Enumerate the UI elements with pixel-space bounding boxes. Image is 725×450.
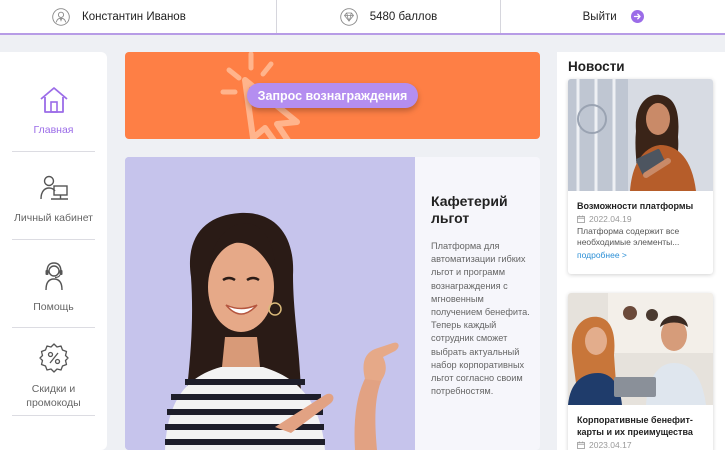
- user-profile[interactable]: Константин Иванов: [0, 0, 277, 33]
- news-image: [568, 293, 713, 405]
- news-date: 2023.04.17: [568, 438, 713, 450]
- cafeteria-card: Кафетерий льгот Платформа для автоматиза…: [125, 157, 540, 450]
- reward-request-banner: Запрос вознаграждения: [125, 52, 540, 139]
- divider: [12, 415, 95, 416]
- news-panel: Новости Возможности платформы 2022.04.19: [557, 52, 725, 450]
- home-icon: [12, 85, 95, 119]
- sidebar-nav: Главная Личный кабинет Помощь Скидки и п…: [0, 52, 107, 450]
- news-description: Платформа содержит все необходимые элеме…: [577, 226, 680, 247]
- news-image: [568, 79, 713, 191]
- read-more-link[interactable]: подробнее >: [568, 248, 713, 260]
- news-item[interactable]: Возможности платформы 2022.04.19 Платфор…: [568, 79, 713, 274]
- sidebar-item-help[interactable]: Помощь: [12, 260, 95, 314]
- discount-icon: [12, 342, 95, 378]
- news-header: Новости: [568, 59, 625, 74]
- news-title: Корпоративные бенефит-карты и их преимущ…: [577, 415, 693, 437]
- user-avatar-icon: [52, 7, 70, 26]
- logout-label: Выйти: [582, 10, 617, 23]
- calendar-icon: [577, 215, 585, 223]
- news-date: 2022.04.19: [568, 212, 713, 224]
- woman-pointing-image: [125, 157, 415, 450]
- cafeteria-description: Платформа для автоматизации гибких льгот…: [431, 241, 530, 397]
- sidebar-item-cabinet[interactable]: Личный кабинет: [12, 173, 95, 225]
- cafeteria-title: Кафетерий льгот: [431, 193, 508, 226]
- sidebar-item-label: Личный кабинет: [14, 212, 93, 224]
- news-item[interactable]: Корпоративные бенефит-карты и их преимущ…: [568, 293, 713, 450]
- sidebar-item-discounts[interactable]: Скидки и промокоды: [12, 342, 95, 410]
- divider: [12, 151, 95, 152]
- user-name: Константин Иванов: [82, 10, 186, 23]
- sidebar-item-label: Главная: [33, 124, 74, 136]
- sidebar-item-home[interactable]: Главная: [12, 85, 95, 137]
- sidebar-item-label: Помощь: [33, 301, 74, 313]
- divider: [12, 239, 95, 240]
- sidebar-item-label: Скидки и промокоды: [26, 383, 81, 409]
- news-title: Возможности платформы: [577, 201, 694, 211]
- top-bar: Константин Иванов 5480 баллов Выйти: [0, 0, 725, 35]
- calendar-icon: [577, 441, 585, 449]
- news-date-text: 2022.04.19: [589, 214, 632, 224]
- diamond-icon: [339, 7, 358, 26]
- logout-button[interactable]: Выйти: [501, 0, 725, 33]
- points-value: 5480 баллов: [369, 10, 438, 23]
- news-date-text: 2023.04.17: [589, 440, 632, 450]
- reward-request-button[interactable]: Запрос вознаграждения: [247, 83, 418, 108]
- divider: [12, 327, 95, 328]
- user-desk-icon: [12, 173, 95, 207]
- points-balance: 5480 баллов: [277, 0, 502, 33]
- arrow-right-icon: [630, 10, 644, 23]
- headset-icon: [12, 260, 95, 296]
